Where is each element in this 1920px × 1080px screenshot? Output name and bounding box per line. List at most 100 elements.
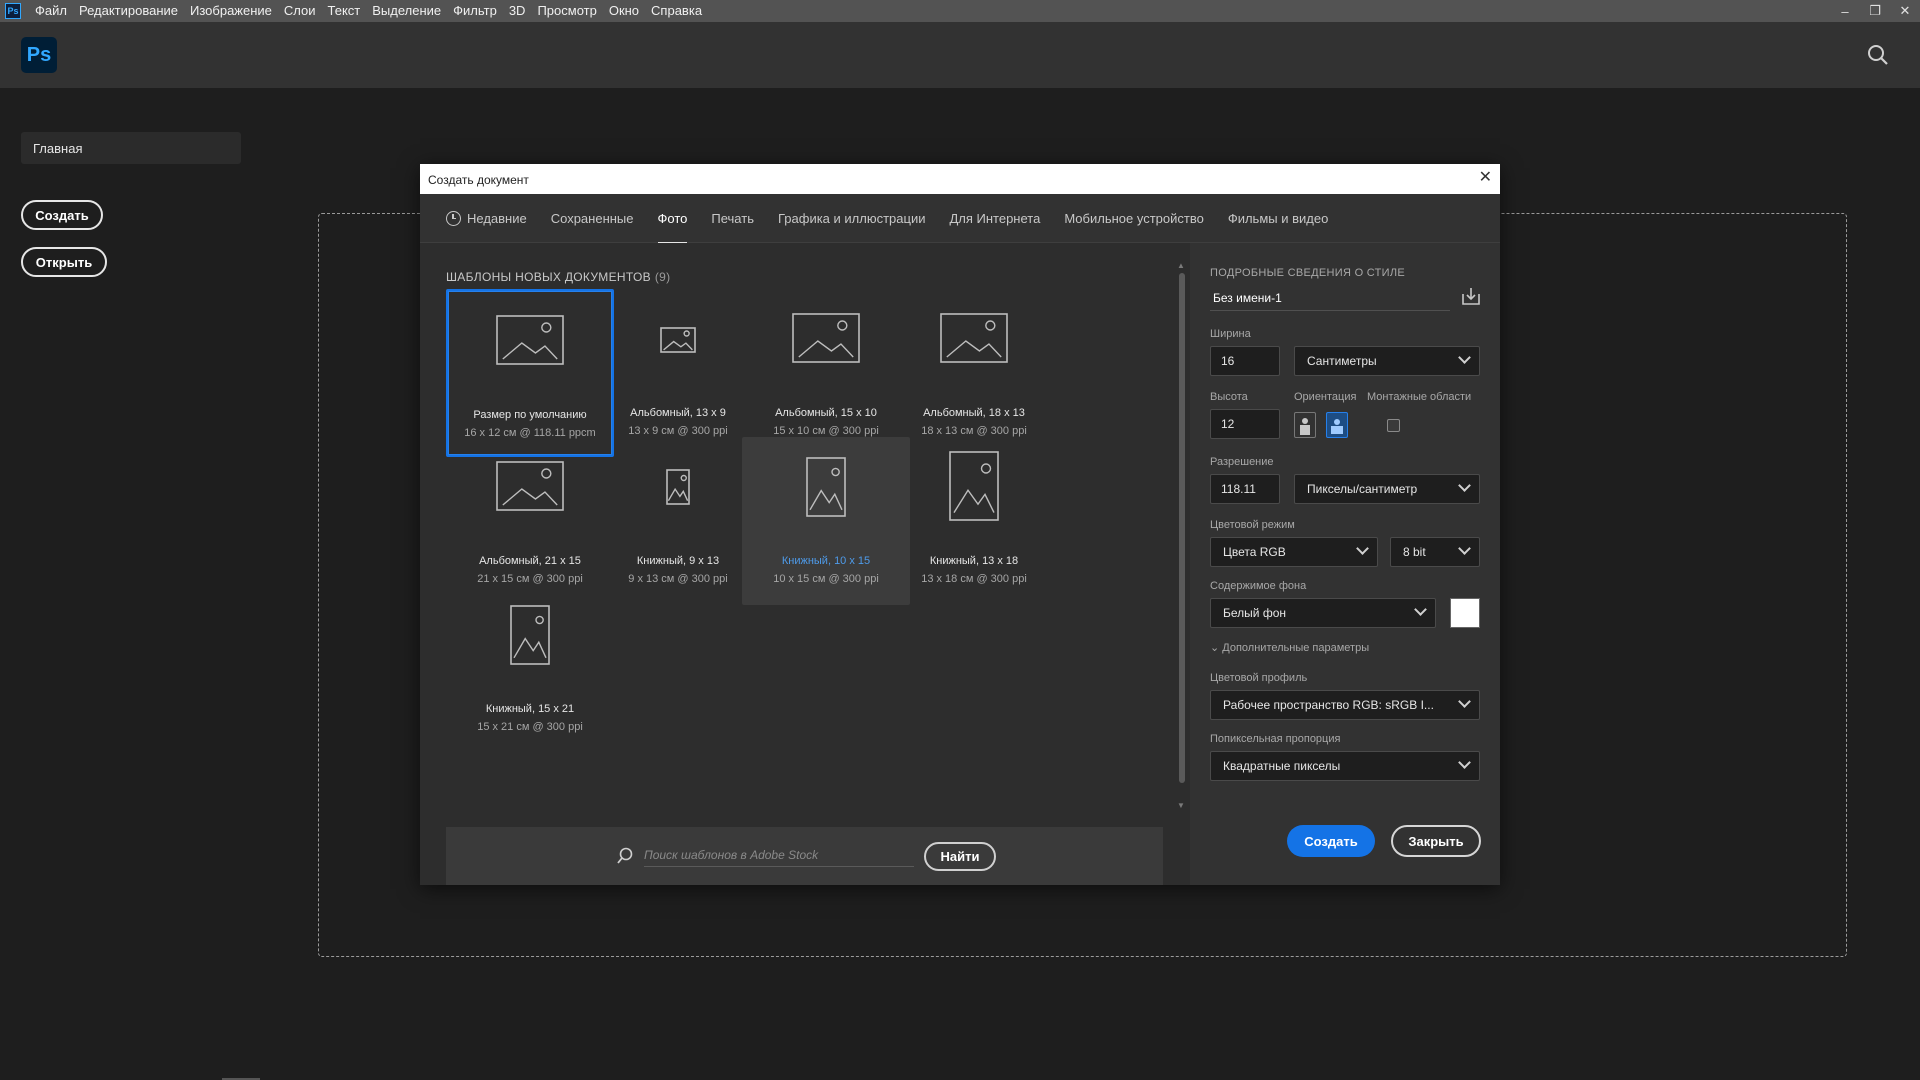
template-card[interactable]: Альбомный, 21 x 15 21 x 15 см @ 300 ppi: [446, 437, 614, 605]
templates-scrollbar[interactable]: ▲ ▼: [1176, 261, 1188, 813]
template-card[interactable]: Альбомный, 13 x 9 13 x 9 см @ 300 ppi: [594, 289, 762, 457]
dialog-titlebar: Создать документ ✕: [420, 164, 1500, 194]
bit-depth-value: 8 bit: [1403, 545, 1426, 559]
scroll-down-icon[interactable]: ▼: [1177, 801, 1185, 810]
landscape-orientation-button[interactable]: [1326, 412, 1348, 438]
scrollbar-thumb[interactable]: [1179, 273, 1185, 783]
menu-item[interactable]: Слои: [278, 0, 322, 22]
home-nav-item[interactable]: Главная: [21, 132, 241, 164]
tab-art-illustration[interactable]: Графика и иллюстрации: [778, 194, 925, 243]
minimize-icon[interactable]: –: [1830, 0, 1860, 22]
template-spec: 13 x 9 см @ 300 ppi: [628, 425, 728, 437]
image-placeholder-icon: [806, 457, 846, 517]
artboards-checkbox[interactable]: [1387, 419, 1400, 432]
chevron-down-icon: [1414, 603, 1427, 616]
menu-item[interactable]: Изображение: [184, 0, 278, 22]
advanced-toggle[interactable]: ⌄ Дополнительные параметры: [1210, 641, 1369, 654]
dialog-title: Создать документ: [428, 173, 529, 187]
menu-item[interactable]: 3D: [503, 0, 532, 22]
pixel-aspect-select[interactable]: Квадратные пикселы: [1210, 751, 1480, 781]
resolution-unit-select[interactable]: Пикселы/сантиметр: [1294, 474, 1480, 504]
tab-photo[interactable]: Фото: [657, 194, 687, 244]
menu-item[interactable]: Выделение: [366, 0, 447, 22]
template-card[interactable]: Альбомный, 15 x 10 15 x 10 см @ 300 ppi: [742, 289, 910, 457]
template-name: Альбомный, 15 x 10: [775, 407, 877, 419]
template-spec: 21 x 15 см @ 300 ppi: [477, 573, 583, 585]
window-close-icon[interactable]: ✕: [1890, 0, 1920, 22]
tab-print[interactable]: Печать: [711, 194, 754, 243]
menu-item[interactable]: Фильтр: [447, 0, 503, 22]
template-spec: 15 x 21 см @ 300 ppi: [477, 721, 583, 733]
width-unit-select[interactable]: Сантиметры: [1294, 346, 1480, 376]
template-card[interactable]: Книжный, 10 x 15 10 x 15 см @ 300 ppi: [742, 437, 910, 605]
image-placeholder-icon: [949, 451, 999, 521]
background-color-swatch[interactable]: [1450, 598, 1480, 628]
color-profile-select[interactable]: Рабочее пространство RGB: sRGB I...: [1210, 690, 1480, 720]
clock-icon: [446, 210, 461, 226]
width-input[interactable]: 16: [1210, 346, 1280, 376]
color-mode-select[interactable]: Цвета RGB: [1210, 537, 1378, 567]
artboards-label: Монтажные области: [1367, 391, 1472, 403]
chevron-down-icon: [1458, 479, 1471, 492]
preset-details-pane: ПОДРОБНЫЕ СВЕДЕНИЯ О СТИЛЕ Без имени-1 Ш…: [1190, 243, 1500, 885]
scroll-up-icon[interactable]: ▲: [1177, 261, 1185, 270]
create-button[interactable]: Создать: [1287, 825, 1375, 857]
stock-search-input[interactable]: Поиск шаблонов в Adobe Stock: [644, 845, 914, 867]
height-input[interactable]: 12: [1210, 409, 1280, 439]
template-name: Размер по умолчанию: [473, 409, 587, 421]
app-mini-icon: Ps: [5, 3, 21, 19]
template-name: Книжный, 10 x 15: [781, 555, 871, 567]
create-new-button[interactable]: Создать: [21, 200, 103, 230]
template-spec: 10 x 15 см @ 300 ppi: [773, 573, 879, 585]
image-placeholder-icon: [510, 605, 550, 665]
background-value: Белый фон: [1223, 606, 1286, 620]
menu-item[interactable]: Редактирование: [73, 0, 184, 22]
color-profile-value: Рабочее пространство RGB: sRGB I...: [1223, 698, 1434, 712]
color-mode-value: Цвета RGB: [1223, 545, 1286, 559]
document-name-field[interactable]: Без имени-1: [1210, 287, 1450, 311]
tab-web[interactable]: Для Интернета: [949, 194, 1040, 243]
dialog-close-icon[interactable]: ✕: [1479, 170, 1492, 186]
stock-search-bar: Поиск шаблонов в Adobe Stock Найти: [446, 827, 1163, 885]
tab-recent[interactable]: Недавние: [446, 194, 527, 243]
tab-label: Недавние: [467, 210, 527, 226]
photoshop-logo: Ps: [21, 37, 57, 73]
templates-title: ШАБЛОНЫ НОВЫХ ДОКУМЕНТОВ: [446, 270, 651, 284]
template-card[interactable]: Размер по умолчанию 16 x 12 см @ 118.11 p…: [446, 289, 614, 457]
background-select[interactable]: Белый фон: [1210, 598, 1436, 628]
tab-saved[interactable]: Сохраненные: [551, 194, 634, 243]
find-button[interactable]: Найти: [924, 842, 996, 871]
portrait-icon: [1300, 418, 1310, 435]
menu-item[interactable]: Окно: [603, 0, 645, 22]
width-label: Ширина: [1210, 328, 1251, 340]
bit-depth-select[interactable]: 8 bit: [1390, 537, 1480, 567]
background-label: Содержимое фона: [1210, 580, 1307, 592]
search-icon[interactable]: [1866, 43, 1890, 67]
save-preset-icon[interactable]: [1460, 285, 1482, 307]
template-name: Книжный, 9 x 13: [636, 555, 720, 567]
template-card[interactable]: Книжный, 13 x 18 13 x 18 см @ 300 ppi: [890, 437, 1058, 605]
template-card[interactable]: Книжный, 15 x 21 15 x 21 см @ 300 ppi: [446, 585, 614, 753]
open-button[interactable]: Открыть: [21, 247, 107, 277]
details-title: ПОДРОБНЫЕ СВЕДЕНИЯ О СТИЛЕ: [1210, 267, 1406, 279]
menu-item[interactable]: Просмотр: [531, 0, 602, 22]
template-spec: 18 x 13 см @ 300 ppi: [921, 425, 1027, 437]
tab-film-video[interactable]: Фильмы и видео: [1228, 194, 1328, 243]
restore-icon[interactable]: ❐: [1860, 0, 1890, 22]
template-name: Книжный, 15 x 21: [485, 703, 575, 715]
landscape-icon: [1331, 419, 1343, 434]
resolution-input[interactable]: 118.11: [1210, 474, 1280, 504]
window-controls: – ❐ ✕: [1830, 0, 1920, 22]
menu-bar: Ps Файл Редактирование Изображение Слои Текс…: [0, 0, 1920, 22]
templates-count: (9): [654, 270, 671, 284]
templates-pane: ШАБЛОНЫ НОВЫХ ДОКУМЕНТОВ (9) Размер по ум…: [420, 243, 1190, 885]
template-card[interactable]: Книжный, 9 x 13 9 x 13 см @ 300 ppi: [594, 437, 762, 605]
tab-mobile[interactable]: Мобильное устройство: [1064, 194, 1204, 243]
portrait-orientation-button[interactable]: [1294, 412, 1316, 438]
close-button[interactable]: Закрыть: [1391, 825, 1481, 857]
menu-item[interactable]: Текст: [322, 0, 367, 22]
menu-item[interactable]: Справка: [645, 0, 708, 22]
menu-item[interactable]: Файл: [29, 0, 73, 22]
template-name: Альбомный, 13 x 9: [630, 407, 726, 419]
template-card[interactable]: Альбомный, 18 x 13 18 x 13 см @ 300 ppi: [890, 289, 1058, 457]
